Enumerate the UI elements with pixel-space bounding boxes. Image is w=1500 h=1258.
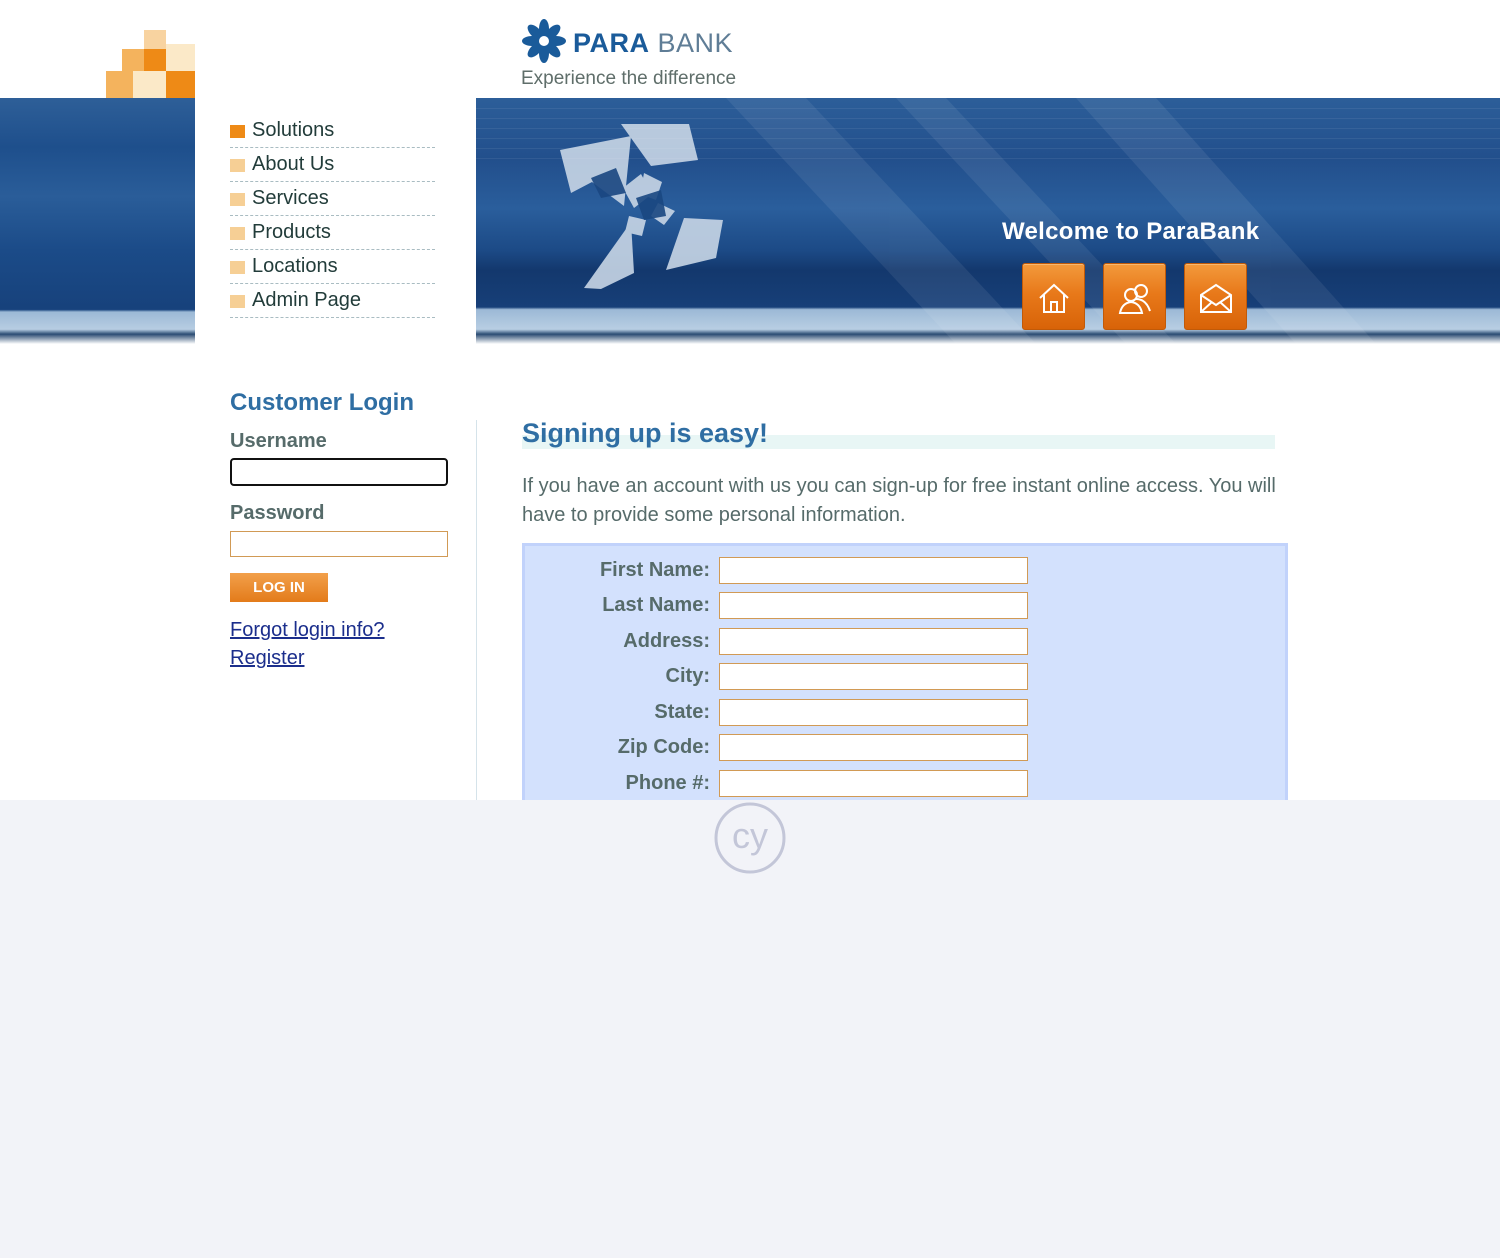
form-row-last-name: Last Name: <box>525 592 1285 622</box>
form-row-first-name: First Name: <box>525 557 1285 587</box>
header-banner-left <box>0 98 195 344</box>
nav-link-about-us[interactable]: About Us <box>252 153 334 176</box>
main-nav: Solutions About Us Services Products Loc… <box>230 114 435 318</box>
email-icon <box>1200 283 1232 313</box>
bullet-icon <box>230 159 245 172</box>
form-row-phone: Phone #: <box>525 770 1285 800</box>
nav-item-services: Services <box>230 182 435 216</box>
login-button[interactable]: LOG IN <box>230 573 328 602</box>
brand-name: PARA BANK <box>573 28 733 59</box>
form-row-zip-code: Zip Code: <box>525 734 1285 764</box>
address-input[interactable] <box>719 628 1028 655</box>
forgot-login-link[interactable]: Forgot login info? <box>230 619 385 642</box>
banner-graphic <box>560 98 1376 344</box>
password-input[interactable] <box>230 531 448 557</box>
nav-link-services[interactable]: Services <box>252 187 329 210</box>
form-row-city: City: <box>525 663 1285 693</box>
password-label: Password <box>230 502 325 524</box>
home-icon <box>1039 283 1069 313</box>
cypress-logo-icon: cy <box>714 802 786 874</box>
nav-item-products: Products <box>230 216 435 250</box>
contacts-icon <box>1118 284 1151 314</box>
signup-form: First Name: Last Name: Address: City: St… <box>522 543 1288 800</box>
username-label: Username <box>230 430 327 452</box>
nav-item-about-us: About Us <box>230 148 435 182</box>
home-button[interactable] <box>1022 263 1085 330</box>
last-name-input[interactable] <box>719 592 1028 619</box>
state-input[interactable] <box>719 699 1028 726</box>
phone-input[interactable] <box>719 770 1028 797</box>
parabank-logo[interactable]: PARA BANK <box>521 18 761 64</box>
about-button[interactable] <box>1103 263 1166 330</box>
form-row-address: Address: <box>525 628 1285 658</box>
address-label: Address: <box>623 630 710 652</box>
brand-name-bank: BANK <box>657 28 734 58</box>
customer-login-title: Customer Login <box>230 389 414 416</box>
nav-link-products[interactable]: Products <box>252 221 331 244</box>
bullet-icon <box>230 227 245 240</box>
app-viewport: PARA BANK Experience the difference Welc… <box>0 0 1500 800</box>
nav-link-locations[interactable]: Locations <box>252 255 338 278</box>
last-name-label: Last Name: <box>602 594 710 616</box>
phone-label: Phone #: <box>625 772 710 794</box>
logo-decoration <box>93 30 195 98</box>
signup-heading: Signing up is easy! <box>522 418 769 448</box>
state-label: State: <box>654 701 710 723</box>
first-name-input[interactable] <box>719 557 1028 584</box>
bullet-icon <box>230 295 245 308</box>
zip-code-label: Zip Code: <box>617 736 710 758</box>
nav-item-admin-page: Admin Page <box>230 284 435 318</box>
column-divider <box>476 420 477 800</box>
register-link[interactable]: Register <box>230 647 304 670</box>
signup-intro: If you have an account with us you can s… <box>522 475 1276 526</box>
header-banner <box>476 98 1500 344</box>
nav-link-solutions[interactable]: Solutions <box>252 119 334 142</box>
brand-name-para: PARA <box>573 28 650 58</box>
bullet-icon <box>230 261 245 274</box>
flower-logo-icon <box>522 19 566 63</box>
bullet-icon <box>230 125 245 138</box>
cypress-logo-text: cy <box>732 815 768 856</box>
welcome-text: Welcome to ParaBank <box>1002 218 1260 245</box>
nav-item-locations: Locations <box>230 250 435 284</box>
nav-link-admin-page[interactable]: Admin Page <box>252 289 361 312</box>
tagline: Experience the difference <box>521 68 737 89</box>
bullet-icon <box>230 193 245 206</box>
username-input[interactable] <box>230 458 448 486</box>
nav-item-solutions: Solutions <box>230 114 435 148</box>
city-label: City: <box>665 665 710 687</box>
contact-button[interactable] <box>1184 263 1247 330</box>
city-input[interactable] <box>719 663 1028 690</box>
form-row-state: State: <box>525 699 1285 729</box>
first-name-label: First Name: <box>599 559 710 581</box>
zip-code-input[interactable] <box>719 734 1028 761</box>
